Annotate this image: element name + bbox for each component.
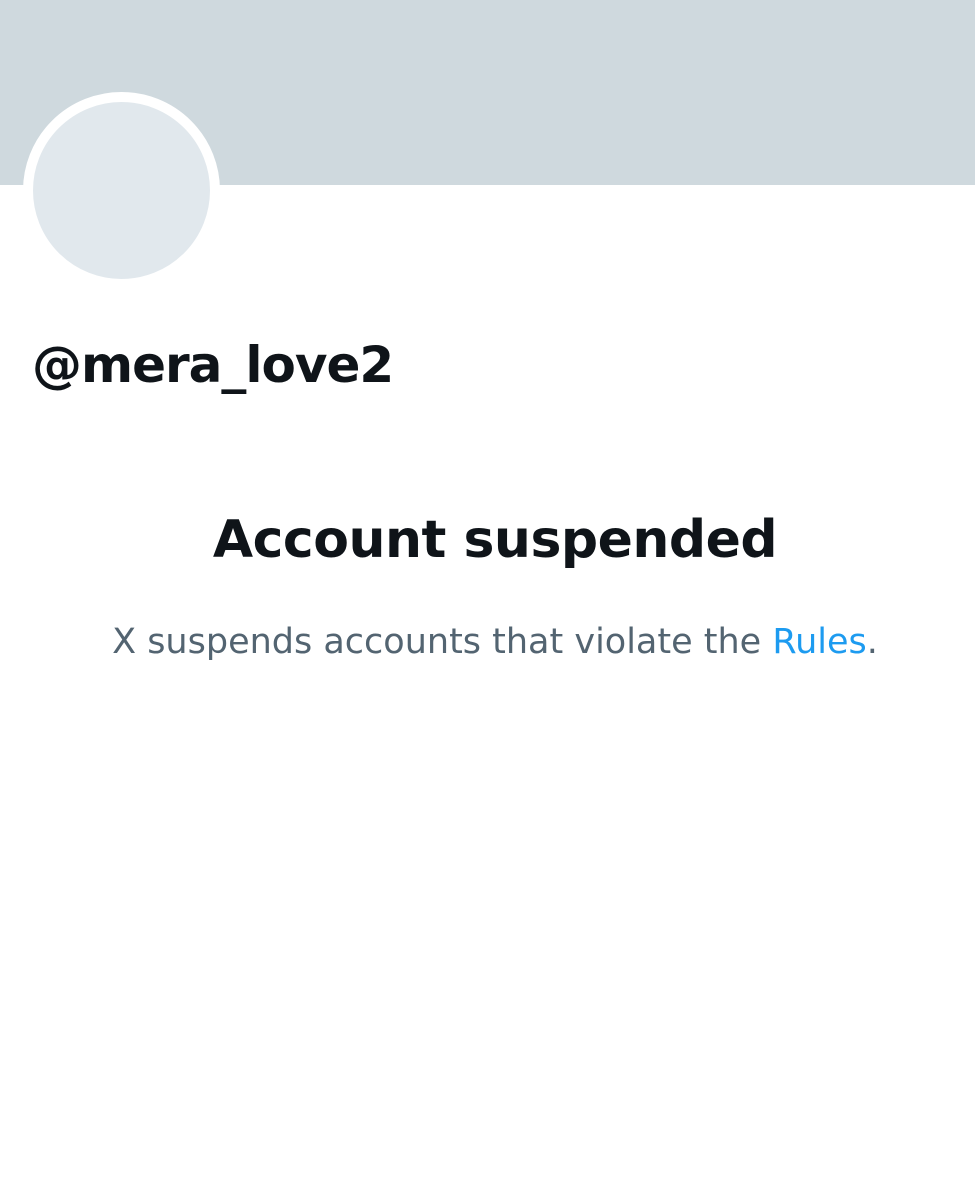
suspension-message-prefix: X suspends accounts that violate the [112, 622, 773, 662]
profile-avatar [23, 92, 220, 289]
rules-link[interactable]: Rules [772, 622, 866, 662]
profile-handle: @mera_love2 [32, 336, 394, 394]
suspension-message-suffix: . [866, 622, 878, 662]
suspension-title: Account suspended [212, 510, 778, 570]
suspension-message: X suspends accounts that violate the Rul… [0, 617, 975, 667]
